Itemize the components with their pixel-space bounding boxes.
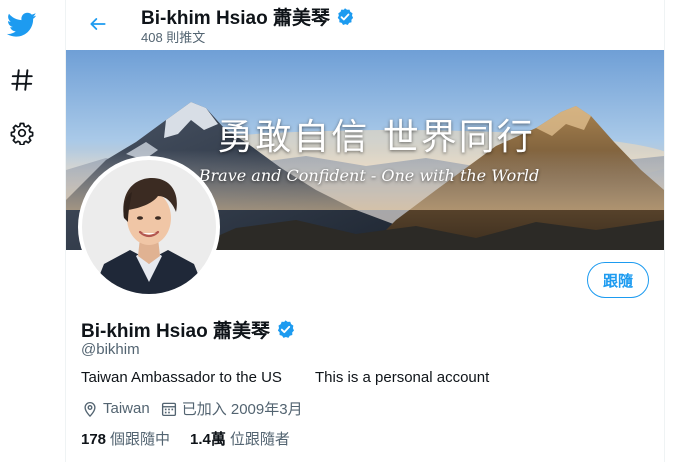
left-nav [0,0,44,462]
twitter-logo-button[interactable] [2,4,42,44]
joined-text: 已加入 2009年3月 [181,401,303,418]
app-window: Bi-khim Hsiao 蕭美琴 408 則推文 勇敢自信 世界同行 Brav… [0,0,695,462]
profile-bio: Taiwan Ambassador to the US This is a pe… [81,369,490,386]
location-text: Taiwan [103,400,150,417]
back-button[interactable] [80,6,116,42]
tweet-count: 408 則推文 [141,30,206,45]
joined-item: 已加入 2009年3月 [160,398,303,419]
header-name: Bi-khim Hsiao 蕭美琴 [141,8,330,29]
location-item: Taiwan [81,400,150,418]
following-link[interactable]: 178 個跟隨中 [81,428,170,449]
gear-icon [10,122,34,145]
profile-column: Bi-khim Hsiao 蕭美琴 408 則推文 勇敢自信 世界同行 Brav… [65,0,665,462]
profile-handle: @bikhim [81,341,140,358]
avatar-photo [82,160,216,294]
profile-name: Bi-khim Hsiao 蕭美琴 [81,316,296,343]
location-pin-icon [84,401,96,417]
profile-meta: Taiwan 已加入 2009年3月 [81,398,313,419]
avatar[interactable] [78,156,220,298]
banner-title: 勇敢自信 世界同行 [217,117,535,158]
follow-button[interactable]: 跟隨 [587,262,649,298]
avatar-portrait-image [82,160,216,294]
profile-display-name: Bi-khim Hsiao 蕭美琴 [81,321,270,342]
settings-button[interactable] [2,113,42,153]
profile-header-bar: Bi-khim Hsiao 蕭美琴 408 則推文 [66,0,664,50]
arrow-left-icon [90,18,106,30]
verified-badge-icon [337,7,354,25]
explore-button[interactable] [2,60,42,100]
following-label: 個跟隨中 [110,431,171,448]
twitter-bird-icon [7,12,37,37]
header-title: Bi-khim Hsiao 蕭美琴 [141,3,355,30]
calendar-icon [161,402,176,416]
followers-link[interactable]: 1.4萬 位跟隨者 [190,428,290,449]
following-count: 178 [81,431,107,448]
profile-stats: 178 個跟隨中 1.4萬 位跟隨者 [81,428,310,449]
verified-badge-icon [277,320,294,338]
followers-label: 位跟隨者 [229,431,290,448]
followers-count: 1.4萬 [190,431,226,448]
banner-subtitle: Brave and Confident - One with the World [198,166,540,185]
hashtag-icon [11,69,33,91]
